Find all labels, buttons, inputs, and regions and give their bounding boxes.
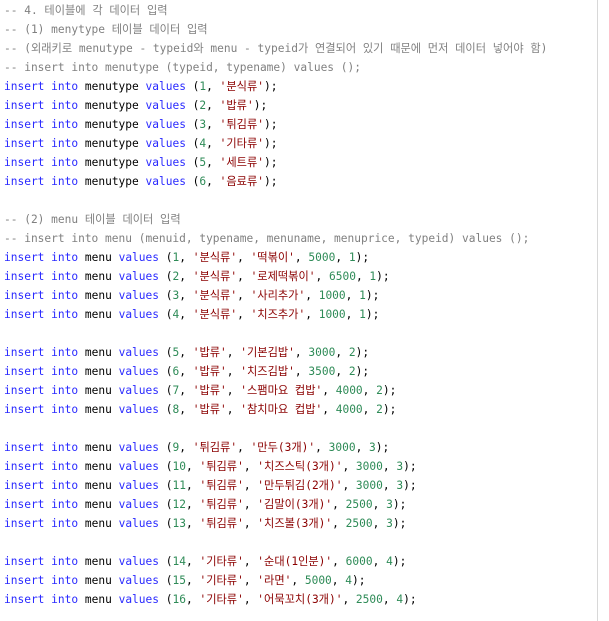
code-line: insert into menu values (6, '밥류', '치즈김밥'…: [4, 365, 370, 378]
code-line: -- (2) menu 테이블 데이터 입력: [4, 213, 181, 226]
code-line: insert into menutype values (5, '세트류');: [4, 156, 278, 169]
code-line: insert into menu values (12, '튀김류', '김말이…: [4, 498, 407, 511]
sql-editor[interactable]: -- 4. 테이블에 각 데이터 입력 -- (1) menytype 테이블 데…: [0, 0, 598, 621]
code-line: insert into menutype values (1, '분식류');: [4, 80, 278, 93]
code-line: insert into menu values (15, '기타류', '라면'…: [4, 574, 366, 587]
code-line: insert into menutype values (2, '밥류');: [4, 99, 268, 112]
code-line: insert into menu values (11, '튀김류', '만두튀…: [4, 479, 417, 492]
code-line: -- (1) menytype 테이블 데이터 입력: [4, 23, 208, 36]
code-line: -- insert into menu (menuid, typename, m…: [4, 232, 530, 245]
code-line: insert into menu values (1, '분식류', '떡볶이'…: [4, 251, 370, 264]
code-line: insert into menu values (16, '기타류', '어묵꼬…: [4, 593, 417, 606]
code-line: insert into menutype values (6, '음료류');: [4, 175, 278, 188]
code-line: insert into menu values (5, '밥류', '기본김밥'…: [4, 346, 370, 359]
code-line: insert into menu values (8, '밥류', '참치마요 …: [4, 403, 397, 416]
code-line: insert into menu values (2, '분식류', '로제떡볶…: [4, 270, 390, 283]
code-line: -- 4. 테이블에 각 데이터 입력: [4, 4, 168, 17]
code-line: -- insert into menutype (typeid, typenam…: [4, 61, 361, 74]
code-line: insert into menu values (14, '기타류', '순대(…: [4, 555, 407, 568]
code-line: insert into menu values (4, '분식류', '치즈추가…: [4, 308, 380, 321]
code-line: insert into menutype values (3, '튀김류');: [4, 118, 278, 131]
code-line: insert into menu values (13, '튀김류', '치즈볼…: [4, 517, 407, 530]
code-line: -- (외래키로 menutype - typeid와 menu - typei…: [4, 42, 548, 55]
code-line: insert into menu values (9, '튀김류', '만두(3…: [4, 441, 390, 454]
code-line: insert into menu values (10, '튀김류', '치즈스…: [4, 460, 417, 473]
code-line: insert into menu values (7, '밥류', '스팸마요 …: [4, 384, 397, 397]
code-line: insert into menu values (3, '분식류', '사리추가…: [4, 289, 380, 302]
code-line: insert into menutype values (4, '기타류');: [4, 137, 278, 150]
